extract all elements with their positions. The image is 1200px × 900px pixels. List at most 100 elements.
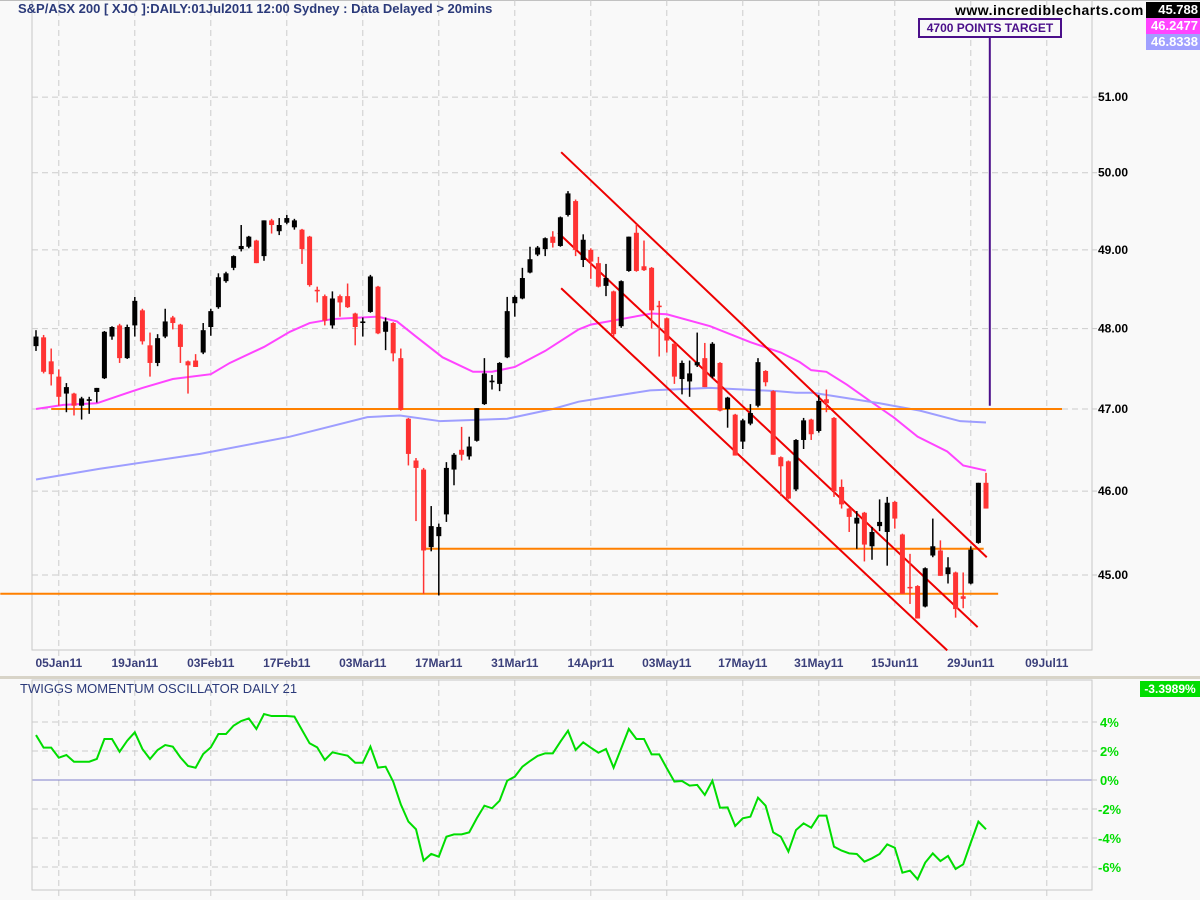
candle-body-down: [861, 512, 867, 545]
candle-body-down: [253, 240, 259, 264]
candle-body-up: [747, 413, 753, 424]
osc-tick-label: 0%: [1100, 773, 1119, 788]
candle-body-up: [497, 362, 503, 384]
candle-body-down: [56, 376, 62, 397]
x-axis-labels: 05Jan11 19Jan11 03Feb11 17Feb11 03Mar11 17Mar…: [35, 656, 1068, 670]
candle-body-down: [375, 286, 381, 334]
x-tick-label: 17May11: [718, 656, 768, 670]
candle-body-up: [922, 568, 928, 607]
candle-body-up: [869, 531, 875, 547]
candle-body-up: [535, 247, 541, 255]
oscillator-panel-frame: [31, 679, 1093, 891]
y-tick-label: 50.00: [1098, 166, 1128, 180]
y-tick-label: 46.00: [1098, 484, 1128, 498]
oscillator-line: [35, 712, 987, 882]
candle-body-up: [618, 281, 624, 327]
candle-body-down: [831, 417, 837, 492]
x-tick-label: 29Jun11: [947, 656, 995, 670]
candle-body-up: [360, 321, 366, 324]
candle-body-down: [633, 232, 639, 271]
candle-body-down: [983, 482, 989, 509]
candle-body-down: [588, 249, 594, 262]
candle-body-down: [846, 508, 852, 517]
x-tick-label: 31May11: [794, 656, 844, 670]
osc-tick-label: -4%: [1098, 831, 1122, 846]
candle-body-up: [231, 256, 237, 268]
candle-body-down: [823, 399, 829, 404]
x-tick-label: 03May11: [642, 656, 692, 670]
candle-body-up: [603, 278, 609, 286]
candle-body-down: [48, 361, 54, 375]
y-tick-label: 45.00: [1098, 568, 1128, 582]
candle-body-down: [405, 418, 411, 454]
candle-body-down: [778, 457, 784, 467]
candle-body-up: [557, 217, 563, 246]
candle-body-up: [854, 517, 860, 524]
y-tick-label: 49.00: [1098, 243, 1128, 257]
candle-body-up: [793, 439, 799, 490]
panel-separator[interactable]: [0, 676, 1200, 679]
candle-body-up: [124, 327, 130, 359]
candle-body-up: [162, 321, 168, 337]
candle-body-up: [877, 521, 883, 527]
candle-body-up: [945, 567, 951, 575]
candle-body-up: [694, 362, 700, 366]
candle-body-up: [580, 239, 586, 261]
candle-body-down: [671, 343, 677, 377]
candle-body-up: [94, 387, 100, 392]
channel-line: [560, 151, 988, 558]
candle-body-up: [101, 331, 107, 379]
candle-body-down: [550, 236, 556, 243]
candle-body-down: [907, 586, 913, 589]
candle-body-up: [755, 362, 761, 406]
candle-body-down: [398, 358, 404, 410]
candle-body-up: [687, 373, 693, 382]
candle-body-down: [937, 550, 943, 576]
candle-body-down: [732, 414, 738, 456]
x-tick-label: 15Jun11: [871, 656, 919, 670]
candle-body-up: [451, 454, 457, 470]
candle-body-up: [740, 420, 746, 442]
candle-body-up: [383, 321, 389, 332]
candle-body-down: [763, 370, 769, 383]
candle-body-up: [215, 277, 221, 308]
candle-body-up: [329, 298, 335, 326]
candle-body-up: [709, 343, 715, 377]
candle-body-down: [595, 263, 601, 287]
candle-body-up: [443, 467, 449, 515]
x-tick-label: 05Jan11: [35, 656, 82, 670]
candle-body-up: [504, 311, 510, 358]
candle-body-down: [147, 345, 153, 363]
osc-tick-label: 2%: [1100, 744, 1119, 759]
oscillator-y-labels: 4% 2% 0% -2% -4% -6%: [1092, 715, 1122, 875]
candle-body-up: [481, 373, 487, 405]
long-ma-badge: 46.8338: [1146, 34, 1200, 50]
long-moving-average-line: [35, 386, 987, 481]
candle-body-up: [968, 549, 974, 584]
candle-body-up: [109, 327, 115, 337]
osc-tick-label: -6%: [1098, 860, 1122, 875]
candle-body-down: [352, 313, 358, 328]
candle-body-down: [421, 469, 427, 551]
candle-body-up: [884, 502, 890, 532]
x-tick-label: 19Jan11: [111, 656, 158, 670]
candle-body-up: [291, 220, 297, 228]
candle-body-up: [679, 362, 685, 380]
candle-body-down: [345, 296, 351, 308]
candle-body-up: [801, 420, 807, 440]
candle-body-up: [86, 399, 92, 401]
candle-body-down: [573, 201, 579, 250]
candle-body-down: [641, 266, 647, 271]
candle-body-down: [664, 318, 670, 341]
site-watermark[interactable]: www.incrediblecharts.com: [955, 2, 1144, 18]
candle-body-up: [132, 300, 138, 326]
candle-body-up: [284, 218, 290, 223]
candle-body-up: [975, 482, 981, 543]
candle-body-down: [117, 325, 123, 359]
short-ma-badge: 46.2477: [1146, 18, 1200, 34]
candle-body-up: [436, 526, 442, 537]
y-tick-label: 48.00: [1098, 322, 1128, 336]
candle-body-down: [185, 361, 191, 366]
candle-body-up: [246, 236, 252, 247]
candle-body-down: [915, 586, 921, 619]
